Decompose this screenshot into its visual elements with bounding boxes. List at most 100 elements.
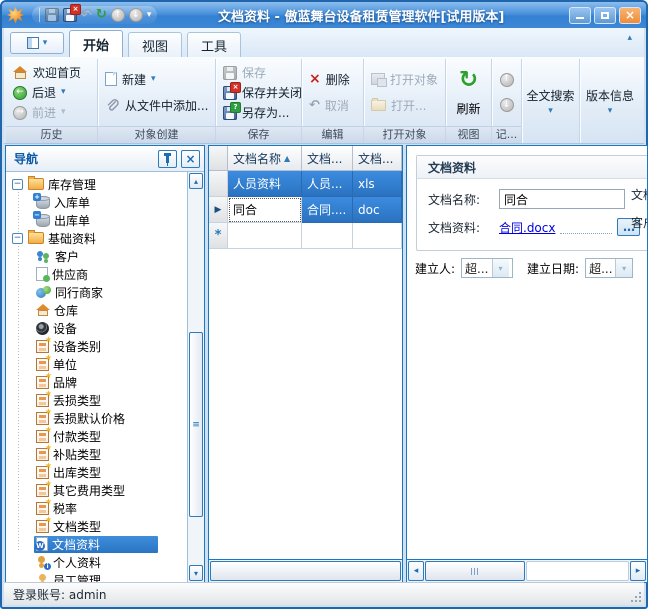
redo-icon[interactable]: ↻: [96, 8, 107, 22]
tab-home[interactable]: 开始: [69, 30, 123, 57]
sidebar-item-outbound-type[interactable]: ★出库类型: [6, 463, 204, 481]
doc-name-input[interactable]: [499, 189, 625, 209]
cell-doc-name[interactable]: 同合: [228, 197, 302, 223]
grid-corner-cell[interactable]: [209, 146, 228, 171]
open-object-button[interactable]: 打开对象: [371, 71, 438, 88]
sidebar-item-document-type[interactable]: ★文档类型: [6, 517, 204, 535]
resize-grip-icon[interactable]: [629, 590, 641, 602]
fulltext-search-button[interactable]: 全文搜索 ▾: [522, 59, 579, 143]
cell-doc-file[interactable]: 人员...: [302, 171, 353, 197]
sidebar-item-other-fee-type[interactable]: ★其它费用类型: [6, 481, 204, 499]
sidebar-item-tax-rate[interactable]: ★税率: [6, 499, 204, 517]
form-icon: ★: [36, 376, 49, 389]
tab-tools[interactable]: 工具: [187, 32, 241, 57]
down-record-icon[interactable]: ↓: [129, 8, 143, 22]
chevron-down-icon[interactable]: ▾: [615, 259, 632, 277]
qat-customize-chevron-icon[interactable]: ▾: [147, 10, 152, 20]
up-record-icon[interactable]: ↑: [111, 8, 125, 22]
save-and-close-button[interactable]: × 保存并关闭: [223, 84, 294, 101]
undo-icon[interactable]: ↶: [81, 8, 92, 22]
grid-horizontal-scrollbar[interactable]: [209, 559, 402, 582]
sidebar-item-loss-type[interactable]: ★丢损类型: [6, 391, 204, 409]
welcome-home-button[interactable]: 欢迎首页: [13, 64, 90, 81]
save-icon[interactable]: [45, 8, 59, 22]
collapse-toggle[interactable]: −: [12, 233, 23, 244]
table-row[interactable]: 人员资料 人员... xls: [209, 171, 402, 197]
documents-grid-panel: 文档名称 ▲ 文档... 文档... 人员资料 人员... xls ▶ 同合 合…: [208, 145, 403, 583]
forward-button[interactable]: → 前进 ▾: [13, 104, 90, 121]
sidebar-item-equipment-category[interactable]: ★设备类别: [6, 337, 204, 355]
collapse-toggle[interactable]: −: [12, 179, 23, 190]
record-down-icon[interactable]: ↓: [500, 98, 514, 112]
sidebar-item-customer[interactable]: 客户: [6, 247, 204, 265]
pin-panel-button[interactable]: [158, 150, 177, 168]
tab-view[interactable]: 视图: [128, 32, 182, 57]
cancel-button[interactable]: ↶ 取消: [309, 97, 356, 114]
table-row[interactable]: ▶ 同合 合同.... doc: [209, 197, 402, 223]
close-button[interactable]: ×: [619, 7, 641, 24]
sidebar-item-payment-type[interactable]: ★付款类型: [6, 427, 204, 445]
sidebar-item-base-data[interactable]: − 基础资料: [6, 229, 204, 247]
ribbon-collapse-chevron-icon[interactable]: ▴: [627, 34, 632, 43]
column-header-doc-ext[interactable]: 文档...: [353, 146, 402, 171]
scroll-thumb[interactable]: [425, 561, 525, 581]
refresh-label[interactable]: 刷新: [456, 100, 480, 117]
sidebar-item-outbound-order[interactable]: −出库单: [6, 211, 204, 229]
save-as-button[interactable]: ? 另存为...: [223, 104, 294, 121]
record-up-icon[interactable]: ↑: [500, 73, 514, 87]
version-info-button[interactable]: 版本信息 ▾: [580, 59, 640, 143]
save-and-close-icon: ×: [223, 86, 237, 100]
sidebar-item-unit[interactable]: ★单位: [6, 355, 204, 373]
cell-empty[interactable]: [353, 223, 402, 249]
cell-empty[interactable]: [302, 223, 353, 249]
delete-button[interactable]: × 删除: [309, 71, 356, 88]
sidebar-item-subsidy-type[interactable]: ★补贴类型: [6, 445, 204, 463]
ribbon-tab-row: ▾ 开始 视图 工具 ▴: [4, 28, 644, 57]
row-selector-current[interactable]: ▶: [209, 197, 228, 223]
sidebar-item-employee-mgmt[interactable]: 员工管理: [6, 571, 204, 582]
sidebar-item-supplier[interactable]: 供应商: [6, 265, 204, 283]
sidebar-item-warehouse[interactable]: 仓库: [6, 301, 204, 319]
sidebar-item-equipment[interactable]: 设备: [6, 319, 204, 337]
open-button[interactable]: 打开...: [371, 97, 438, 114]
sidebar-item-document-data[interactable]: 文档资料: [6, 535, 204, 553]
sidebar-item-inventory-mgmt[interactable]: − 库存管理: [6, 175, 204, 193]
maximize-button[interactable]: [594, 7, 616, 24]
chevron-down-icon[interactable]: ▾: [492, 259, 509, 277]
sidebar-item-brand[interactable]: ★品牌: [6, 373, 204, 391]
form-icon: ★: [36, 340, 49, 353]
minimize-button[interactable]: [569, 7, 591, 24]
column-header-doc-name[interactable]: 文档名称 ▲: [228, 146, 302, 171]
column-header-doc-file[interactable]: 文档...: [302, 146, 353, 171]
cell-doc-ext[interactable]: doc: [353, 197, 402, 223]
cell-doc-name[interactable]: 人员资料: [228, 171, 302, 197]
back-button[interactable]: ← 后退 ▾: [13, 84, 90, 101]
title-bar[interactable]: × ↶ ↻ ↑ ↓ ▾ 文档资料 - 傲蓝舞台设备租赁管理软件[试用版本] ×: [2, 2, 646, 28]
sidebar-item-peer-merchants[interactable]: 同行商家: [6, 283, 204, 301]
save-and-close-icon[interactable]: ×: [63, 8, 77, 22]
close-panel-button[interactable]: ×: [181, 150, 200, 168]
scroll-left-button[interactable]: ◂: [408, 561, 424, 581]
creator-combobox[interactable]: 超... ▾: [461, 258, 513, 278]
create-date-combobox[interactable]: 超... ▾: [585, 258, 633, 278]
cell-doc-file[interactable]: 合同....: [302, 197, 353, 223]
new-button[interactable]: 新建 ▾: [105, 71, 208, 88]
refresh-icon[interactable]: ↻: [459, 68, 478, 92]
sidebar-item-loss-default-price[interactable]: ★丢损默认价格: [6, 409, 204, 427]
save-button[interactable]: 保存: [223, 64, 294, 81]
scroll-track[interactable]: [526, 561, 629, 581]
application-menu-button[interactable]: ▾: [10, 32, 64, 54]
doc-file-link[interactable]: 合同.docx: [499, 219, 555, 236]
row-selector[interactable]: [209, 171, 228, 197]
table-row-new[interactable]: *: [209, 223, 402, 249]
scroll-thumb[interactable]: [210, 561, 401, 581]
cell-empty[interactable]: [228, 223, 302, 249]
group-caption-history: 历史: [6, 126, 97, 143]
sidebar-item-inbound-order[interactable]: +入库单: [6, 193, 204, 211]
new-row-selector[interactable]: *: [209, 223, 228, 249]
sidebar-item-personal-data[interactable]: 个人资料: [6, 553, 204, 571]
detail-horizontal-scrollbar[interactable]: ◂ ▸: [407, 559, 647, 582]
scroll-right-button[interactable]: ▸: [630, 561, 646, 581]
cell-doc-ext[interactable]: xls: [353, 171, 402, 197]
add-from-file-button[interactable]: 从文件中添加...: [105, 97, 208, 114]
